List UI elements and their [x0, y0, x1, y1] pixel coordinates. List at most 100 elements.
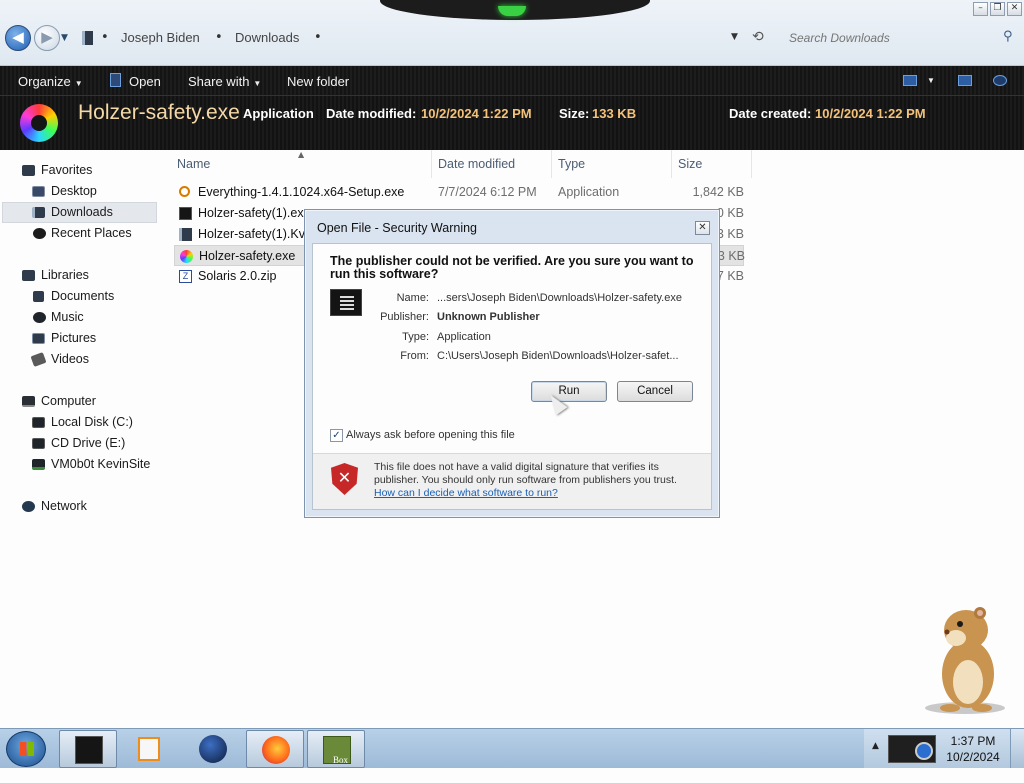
- preview-pane-icon[interactable]: [958, 75, 972, 86]
- explorer-app-icon: [75, 736, 103, 764]
- date-modified-label: Date modified:: [326, 106, 417, 121]
- help-link[interactable]: How can I decide what software to run?: [374, 487, 558, 499]
- nav-recent-places[interactable]: Recent Places: [30, 223, 132, 244]
- date-created-value: 10/2/2024 1:22 PM: [815, 106, 926, 121]
- box-app-icon: Box: [323, 736, 351, 765]
- breadcrumb-downloads[interactable]: Downloads: [235, 30, 299, 45]
- dialog-titlebar[interactable]: Open File - Security Warning ✕: [305, 210, 719, 246]
- taskbar-explorer[interactable]: [59, 730, 117, 768]
- breadcrumb-separator[interactable]: •: [314, 30, 322, 45]
- windows-logo-icon: [20, 742, 34, 756]
- nav-documents[interactable]: Documents: [30, 286, 114, 307]
- restore-button[interactable]: ❐: [990, 2, 1005, 16]
- name-label: Name:: [396, 292, 429, 304]
- file-icon: [179, 228, 192, 241]
- nav-network-label: Network: [41, 499, 87, 513]
- cancel-button[interactable]: Cancel: [617, 381, 693, 402]
- show-desktop-button[interactable]: [1010, 729, 1024, 768]
- open-button[interactable]: Open: [129, 74, 161, 89]
- dialog-close-button[interactable]: ✕: [695, 221, 710, 235]
- refresh-icon[interactable]: ⟲: [752, 29, 764, 45]
- nav-pictures[interactable]: Pictures: [30, 328, 96, 349]
- taskbar-firefox[interactable]: [246, 730, 304, 768]
- hamster-mascot-icon[interactable]: [920, 604, 1010, 714]
- nav-music[interactable]: Music: [30, 307, 84, 328]
- back-button[interactable]: ◀: [5, 25, 31, 51]
- details-filename: Holzer-safety.exe: [78, 101, 240, 124]
- search-input[interactable]: [780, 26, 1020, 50]
- favorites-icon: [22, 165, 35, 176]
- breadcrumb-user[interactable]: Joseph Biden: [121, 30, 200, 45]
- new-folder-button[interactable]: New folder: [287, 74, 349, 89]
- forward-button[interactable]: ▶: [34, 25, 60, 51]
- nav-cd-drive[interactable]: CD Drive (E:): [30, 433, 125, 454]
- nav-favorites[interactable]: Favorites: [20, 160, 92, 181]
- nav-local-disk[interactable]: Local Disk (C:): [30, 412, 133, 433]
- column-header-date[interactable]: Date modified: [438, 157, 515, 171]
- organize-button[interactable]: Organize ▼: [18, 74, 83, 89]
- open-icon: [110, 73, 121, 87]
- folder-location-icon: [82, 31, 93, 45]
- desktop-icon: [32, 186, 45, 197]
- taskbar-box[interactable]: Box: [307, 730, 365, 768]
- help-icon[interactable]: [993, 75, 1007, 86]
- taskbar-globe[interactable]: [184, 730, 242, 768]
- recent-places-icon: [33, 228, 46, 239]
- taskbar-media-player[interactable]: [120, 730, 178, 768]
- taskbar: Box ▲ 1:37 PM 10/2/2024: [0, 728, 1024, 768]
- type-label: Type:: [402, 331, 429, 343]
- media-player-app-icon: [138, 737, 160, 761]
- nav-desktop[interactable]: Desktop: [30, 181, 97, 202]
- minimize-button[interactable]: –: [973, 2, 988, 16]
- column-header-type[interactable]: Type: [558, 157, 585, 171]
- column-divider[interactable]: [671, 150, 672, 178]
- search-icon[interactable]: ⚲: [1003, 29, 1013, 44]
- nav-libraries[interactable]: Libraries: [20, 265, 89, 286]
- chevron-down-icon: ▼: [74, 79, 83, 88]
- nav-network-share-label: VM0b0t KevinSite: [51, 457, 151, 471]
- show-hidden-icons-button[interactable]: ▲: [872, 741, 879, 751]
- documents-icon: [33, 291, 44, 302]
- share-with-button[interactable]: Share with ▼: [188, 74, 261, 89]
- nav-downloads[interactable]: Downloads: [30, 202, 113, 223]
- column-header-name[interactable]: Name: [177, 157, 210, 171]
- clock-date[interactable]: 10/2/2024: [943, 750, 1003, 764]
- column-divider[interactable]: [751, 150, 752, 178]
- nav-videos[interactable]: Videos: [30, 349, 89, 370]
- zip-archive-icon: Z: [179, 270, 192, 283]
- desktop: – ❐ ✕ ◀ ▶ ▼ • Joseph Biden • Downloads •…: [0, 0, 1024, 768]
- address-history-dropdown[interactable]: ▼: [731, 32, 738, 42]
- nav-computer[interactable]: Computer: [20, 391, 96, 412]
- view-options-dropdown[interactable]: ▼: [927, 76, 935, 85]
- recent-pages-dropdown[interactable]: ▼: [61, 33, 68, 43]
- tray-app-icon[interactable]: [888, 735, 936, 763]
- navigation-pane: Favorites Desktop Downloads Recent Place…: [0, 150, 168, 728]
- date-created-label: Date created:: [729, 106, 812, 121]
- column-header-size[interactable]: Size: [678, 157, 702, 171]
- nav-network[interactable]: Network: [20, 496, 87, 517]
- dialog-title: Open File - Security Warning: [317, 221, 478, 235]
- column-divider[interactable]: [551, 150, 552, 178]
- cd-drive-icon: [32, 438, 45, 449]
- nav-favorites-label: Favorites: [41, 163, 93, 177]
- change-view-icon[interactable]: [903, 75, 917, 86]
- from-label: From:: [400, 350, 429, 362]
- breadcrumb-separator[interactable]: •: [101, 30, 109, 45]
- size-value: 133 KB: [592, 106, 637, 121]
- publisher-value: Unknown Publisher: [437, 311, 540, 323]
- close-window-button[interactable]: ✕: [1007, 2, 1022, 16]
- breadcrumb-separator[interactable]: •: [215, 30, 223, 45]
- clock-time[interactable]: 1:37 PM: [945, 734, 1001, 748]
- application-icon: [179, 207, 192, 220]
- nav-documents-label: Documents: [51, 289, 115, 303]
- application-icon: [180, 250, 193, 263]
- always-ask-checkbox[interactable]: ✓: [330, 429, 343, 442]
- always-ask-label[interactable]: Always ask before opening this file: [346, 429, 515, 441]
- column-divider[interactable]: [431, 150, 432, 178]
- start-button[interactable]: [6, 731, 46, 767]
- nav-network-share[interactable]: VM0b0t KevinSite: [30, 454, 150, 475]
- run-button[interactable]: Run: [531, 381, 607, 402]
- file-row[interactable]: Everything-1.4.1.1024.x64-Setup.exe 7/7/…: [174, 182, 744, 203]
- nav-local-disk-label: Local Disk (C:): [51, 415, 133, 429]
- file-type: Application: [558, 185, 620, 199]
